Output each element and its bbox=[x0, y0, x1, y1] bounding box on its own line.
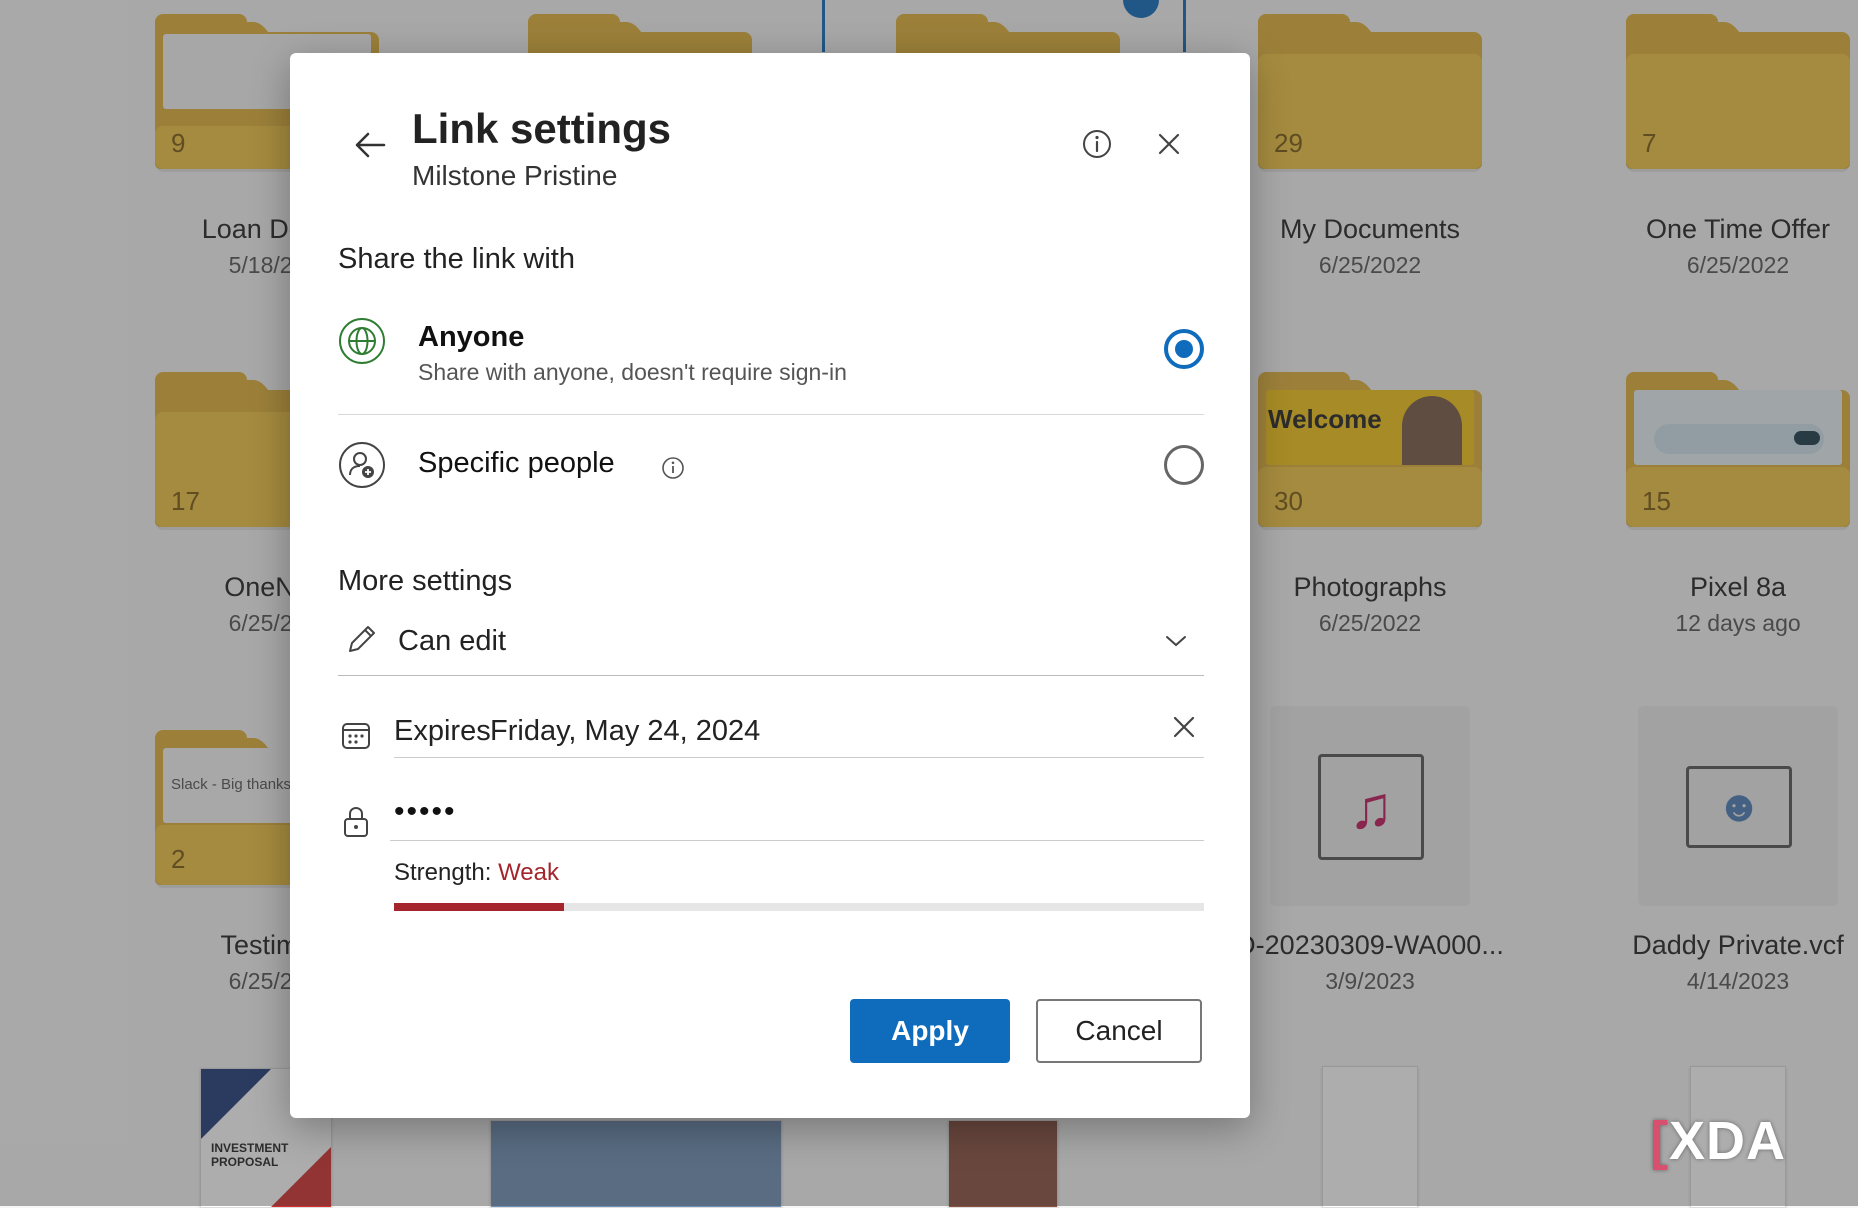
password-strength: Strength: Weak bbox=[394, 859, 559, 887]
option-anyone[interactable]: Anyone Share with anyone, doesn't requir… bbox=[338, 315, 1204, 415]
close-icon[interactable] bbox=[1154, 129, 1184, 159]
pencil-icon bbox=[349, 626, 375, 652]
xda-logo-icon: [ bbox=[1650, 1111, 1669, 1171]
chevron-down-icon bbox=[1166, 636, 1186, 647]
strength-meter bbox=[394, 903, 1204, 911]
divider bbox=[338, 414, 1204, 415]
person-add-icon bbox=[339, 442, 385, 488]
option-anyone-title: Anyone bbox=[418, 321, 525, 353]
radio-anyone[interactable] bbox=[1164, 329, 1204, 369]
strength-label: Strength: bbox=[394, 859, 492, 886]
strength-meter-fill bbox=[394, 903, 565, 911]
password-value: ••••• bbox=[394, 795, 457, 828]
option-specific-people[interactable]: Specific people bbox=[338, 439, 1204, 509]
divider bbox=[394, 757, 1204, 758]
link-settings-dialog: Link settings Milstone Pristine Share th… bbox=[290, 53, 1250, 1118]
apply-button[interactable]: Apply bbox=[850, 999, 1010, 1063]
password-field[interactable]: ••••• bbox=[390, 787, 1204, 841]
back-arrow-icon[interactable] bbox=[350, 125, 390, 165]
permission-dropdown[interactable]: Can edit bbox=[338, 615, 1204, 675]
dialog-title: Link settings bbox=[412, 105, 672, 152]
lock-icon bbox=[344, 806, 368, 837]
info-icon[interactable] bbox=[1080, 127, 1114, 161]
expiry-date-field[interactable]: Expires Friday, May 24, 2024 bbox=[394, 707, 1204, 763]
permission-value: Can edit bbox=[398, 625, 507, 657]
cancel-button[interactable]: Cancel bbox=[1036, 999, 1202, 1063]
divider bbox=[390, 840, 1204, 841]
info-icon[interactable] bbox=[660, 455, 686, 481]
share-link-heading: Share the link with bbox=[338, 243, 575, 275]
expires-value: Friday, May 24, 2024 bbox=[490, 715, 761, 747]
option-anyone-description: Share with anyone, doesn't require sign-… bbox=[418, 359, 847, 385]
xda-watermark: [XDA bbox=[1650, 1111, 1786, 1171]
clear-date-icon[interactable] bbox=[1170, 713, 1198, 741]
more-settings-heading: More settings bbox=[338, 565, 513, 597]
divider bbox=[338, 675, 1204, 676]
dialog-subtitle: Milstone Pristine bbox=[412, 160, 618, 191]
calendar-icon bbox=[342, 723, 370, 749]
expires-label: Expires bbox=[394, 715, 491, 747]
option-specific-people-title: Specific people bbox=[418, 447, 615, 479]
globe-icon bbox=[339, 318, 385, 364]
radio-specific-people[interactable] bbox=[1164, 445, 1204, 485]
strength-value: Weak bbox=[498, 859, 559, 886]
